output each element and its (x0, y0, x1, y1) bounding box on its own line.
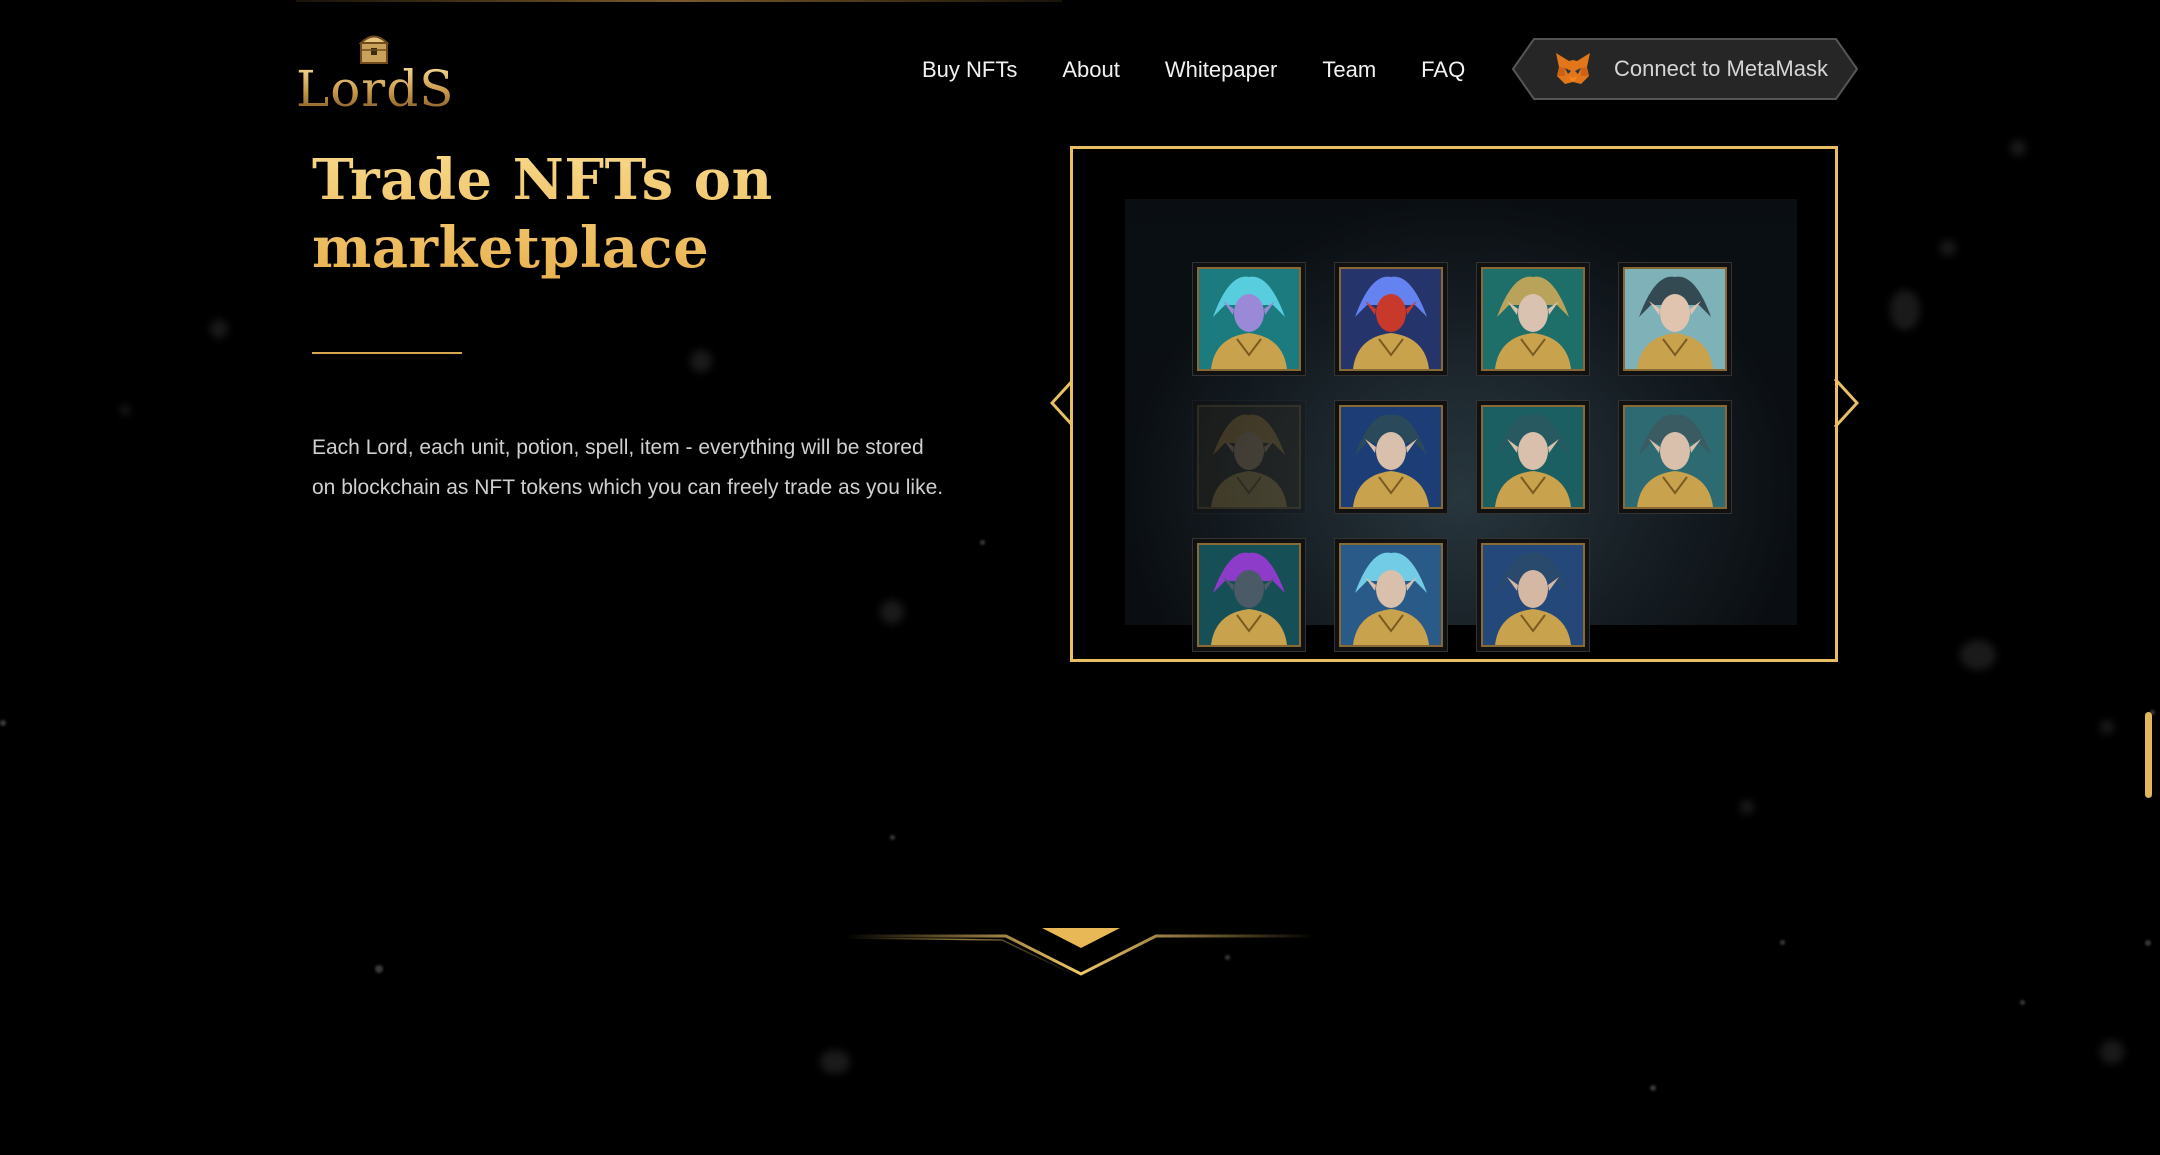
connect-metamask-button[interactable]: Connect to MetaMask (1512, 38, 1858, 100)
nft-card[interactable] (1623, 405, 1727, 509)
logo-text: LordS (296, 60, 455, 118)
nft-portrait (1199, 407, 1299, 507)
nft-card[interactable] (1197, 267, 1301, 371)
nft-card[interactable] (1481, 267, 1585, 371)
lords-logo[interactable]: LordS (296, 30, 456, 118)
nft-portrait (1341, 269, 1441, 369)
nft-card[interactable] (1339, 405, 1443, 509)
nft-card[interactable] (1339, 543, 1443, 647)
gallery-next-arrow[interactable] (1833, 377, 1859, 429)
top-accent-line (296, 0, 1062, 2)
gallery-backdrop (1125, 199, 1797, 647)
nft-card[interactable] (1481, 405, 1585, 509)
nft-gallery (1050, 144, 1860, 664)
main-nav: Buy NFTs About Whitepaper Team FAQ (922, 54, 1465, 86)
nav-buy-nfts[interactable]: Buy NFTs (922, 57, 1017, 83)
hero-description: Each Lord, each unit, potion, spell, ite… (312, 436, 944, 499)
hero-divider (312, 352, 462, 354)
metamask-fox-icon (1556, 53, 1590, 84)
gallery-frame (1070, 146, 1838, 662)
nav-faq[interactable]: FAQ (1421, 57, 1465, 83)
nft-card[interactable] (1623, 267, 1727, 371)
nft-portrait (1199, 545, 1299, 645)
nav-whitepaper[interactable]: Whitepaper (1165, 57, 1278, 83)
nft-portrait (1625, 407, 1725, 507)
nav-team[interactable]: Team (1322, 57, 1376, 83)
nft-card[interactable] (1481, 543, 1585, 647)
nft-portrait (1199, 269, 1299, 369)
scrollbar-thumb[interactable] (2145, 712, 2152, 798)
nft-portrait (1483, 545, 1583, 645)
nft-card[interactable] (1339, 267, 1443, 371)
nft-card[interactable] (1197, 405, 1301, 509)
nft-portrait (1341, 545, 1441, 645)
nft-card[interactable] (1197, 543, 1301, 647)
nft-portrait (1341, 407, 1441, 507)
connect-metamask-label: Connect to MetaMask (1614, 56, 1828, 81)
scroll-down-ornament[interactable] (846, 924, 1316, 978)
nav-about[interactable]: About (1062, 57, 1120, 83)
hero-title: Trade NFTs on marketplace (312, 146, 952, 282)
nft-portrait (1483, 269, 1583, 369)
nft-portrait (1625, 269, 1725, 369)
nft-portrait (1483, 407, 1583, 507)
